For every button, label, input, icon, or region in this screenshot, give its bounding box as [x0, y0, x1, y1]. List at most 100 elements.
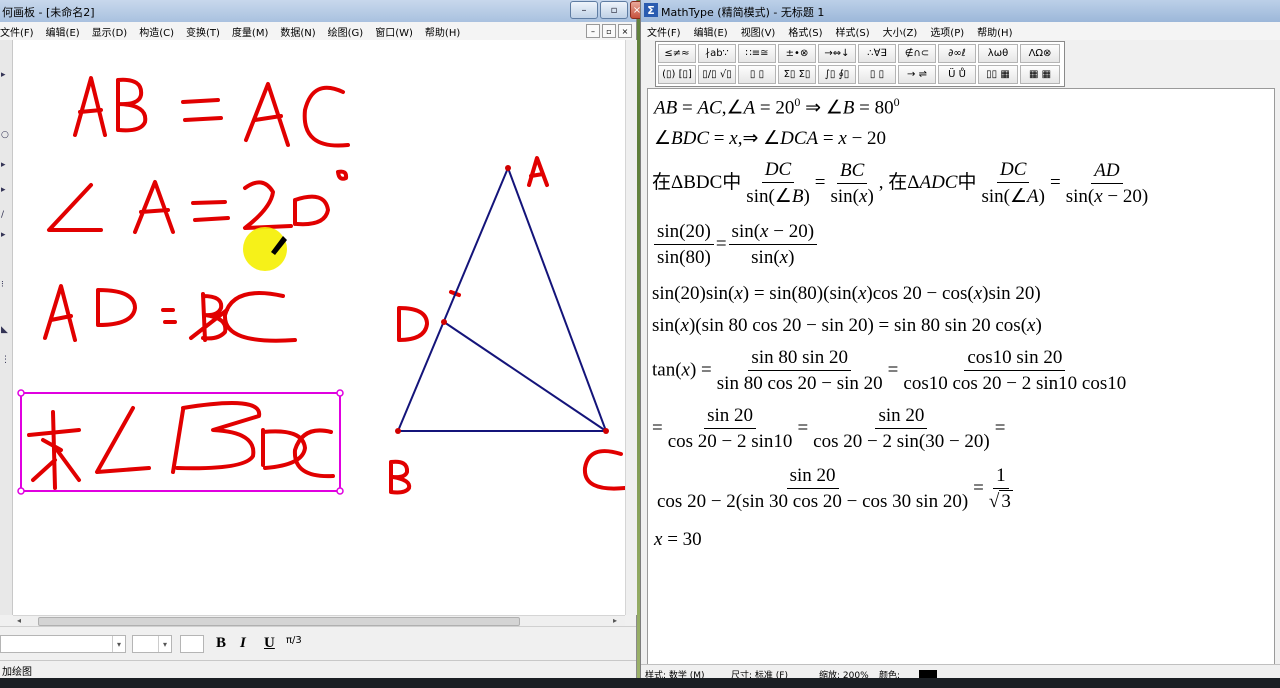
summation-templates-button[interactable]: Σ▯ Σ▯ — [778, 65, 816, 84]
equation-line-6: sin(x)(sin 80 cos 20 − sin 20) = sin 80 … — [652, 315, 1042, 336]
taskbar — [0, 678, 1280, 688]
tool-palette: ▸ ○ ▸ ▸ / ▸ ⁝ ◣ ⋮ — [0, 40, 13, 615]
fence-templates-button[interactable]: (▯) [▯] — [658, 65, 696, 84]
font-family-select[interactable]: ▾ — [0, 635, 126, 653]
point-d — [441, 319, 447, 325]
point-tool-icon[interactable]: ○ — [1, 130, 10, 140]
mt-menu-format[interactable]: 格式(S) — [788, 24, 822, 39]
mt-menu-view[interactable]: 视图(V) — [741, 24, 776, 39]
selection-box — [20, 392, 341, 492]
spacing-symbols-button[interactable]: ∤ab∵ — [698, 44, 736, 63]
scroll-left-icon[interactable]: ◂ — [17, 616, 21, 625]
mathtype-logo-icon: Σ — [644, 3, 658, 17]
handwriting-ad-eq-bc — [43, 284, 297, 343]
info-tool-icon[interactable]: ◣ — [1, 325, 10, 335]
equation-line-8: = sin 20 cos 20 − 2 sin10 = sin 20 cos 20 − 2… — [652, 405, 1006, 452]
sketch-canvas[interactable] — [13, 40, 627, 615]
scroll-right-icon[interactable]: ▸ — [613, 616, 617, 625]
menu-help[interactable]: 帮助(H) — [425, 24, 460, 39]
sketchpad-window: 何画板 - [未命名2] – ▫ × 文件(F) 编辑(E) 显示(D) 构造(… — [0, 0, 644, 679]
minimize-button[interactable]: – — [570, 1, 598, 19]
mt-menu-help[interactable]: 帮助(H) — [977, 24, 1012, 39]
mathtype-titlebar[interactable]: Σ MathType (精简模式) - 无标题 1 — [641, 0, 1280, 22]
line-tool-icon[interactable]: ▸ — [1, 185, 10, 195]
mt-menu-size[interactable]: 大小(Z) — [883, 24, 918, 39]
text-tool-icon[interactable]: ▸ — [1, 230, 10, 240]
handwriting-ab-eq-ac — [73, 76, 350, 148]
selection-handle — [17, 487, 25, 495]
labeled-arrow-button[interactable]: → ⇌ — [898, 65, 936, 84]
color-swatch[interactable] — [919, 670, 937, 678]
box-templates-button[interactable]: ▦ ▦ — [1020, 65, 1060, 84]
menu-edit[interactable]: 编辑(E) — [46, 24, 80, 39]
embellishment-button[interactable]: ∷≡≅ — [738, 44, 776, 63]
equation-line-3: 在ΔBDC中 DC sin(∠B) = BC sin(x), 在ΔADC中 DC sin(∠A… — [652, 159, 1149, 207]
equation-editor-area[interactable]: AB = AC,∠A = 200 ⇒ ∠B = 800 ∠BDC = x,⇒ ∠… — [647, 88, 1275, 668]
underline-button[interactable]: U — [264, 635, 275, 652]
custom-tool-icon[interactable]: ⋮ — [1, 355, 10, 365]
arrow-symbols-button[interactable]: →⇔↓ — [818, 44, 856, 63]
relation-symbols-button[interactable]: ≤≠≈ — [658, 44, 696, 63]
menu-window[interactable]: 窗口(W) — [375, 24, 413, 39]
italic-button[interactable]: I — [240, 635, 246, 652]
set-symbols-button[interactable]: ∉∩⊂ — [898, 44, 936, 63]
menu-transform[interactable]: 变换(T) — [186, 24, 220, 39]
misc-symbols-button[interactable]: ∂∞ℓ — [938, 44, 976, 63]
label-d-handwritten — [397, 290, 461, 342]
vertical-scrollbar[interactable] — [625, 40, 637, 615]
operator-symbols-button[interactable]: ±•⊗ — [778, 44, 816, 63]
label-a-handwritten — [527, 156, 549, 187]
scroll-thumb[interactable] — [38, 617, 520, 626]
menu-construct[interactable]: 构造(C) — [139, 24, 174, 39]
mdi-minimize-button[interactable]: – — [586, 24, 600, 38]
selection-handle — [17, 389, 25, 397]
handwriting-angle-a-eq-20 — [47, 169, 349, 234]
integral-templates-button[interactable]: ∫▯ ∮▯ — [818, 65, 856, 84]
maximize-button[interactable]: ▫ — [600, 1, 628, 19]
mdi-restore-button[interactable]: ▫ — [602, 24, 616, 38]
point-a — [505, 165, 511, 171]
menu-display[interactable]: 显示(D) — [92, 24, 128, 39]
logic-symbols-button[interactable]: ∴∀∃ — [858, 44, 896, 63]
polygon-tool-icon[interactable]: / — [1, 210, 10, 220]
bold-button[interactable]: B — [216, 635, 226, 652]
equation-line-4: sin(20) sin(80) = sin(x − 20) sin(x) — [652, 221, 819, 269]
horizontal-scrollbar[interactable]: ◂ ▸ — [13, 615, 625, 626]
selection-handle — [336, 389, 344, 397]
menu-file[interactable]: 文件(F) — [0, 24, 34, 39]
matrix-templates-button[interactable]: ▯▯ ▦ — [978, 65, 1018, 84]
menu-graph[interactable]: 绘图(G) — [328, 24, 364, 39]
text-color-button[interactable] — [180, 635, 204, 653]
greek-lower-button[interactable]: λωθ — [978, 44, 1018, 63]
sketchpad-titlebar[interactable]: 何画板 - [未命名2] – ▫ × — [0, 0, 644, 22]
greek-upper-button[interactable]: ΛΩ⊗ — [1020, 44, 1060, 63]
arrow-tool-icon[interactable]: ▸ — [1, 70, 10, 80]
mt-menu-file[interactable]: 文件(F) — [647, 24, 681, 39]
marker-tool-icon[interactable]: ⁝ — [1, 280, 10, 290]
compass-tool-icon[interactable]: ▸ — [1, 160, 10, 170]
chevron-down-icon: ▾ — [158, 636, 171, 652]
product-templates-button[interactable]: Ü Ů — [938, 65, 976, 84]
label-c-handwritten — [582, 449, 627, 491]
menu-data[interactable]: 数据(N) — [280, 24, 315, 39]
status-text: 加绘图 — [2, 667, 32, 678]
symbol-palette: ≤≠≈ ∤ab∵ ∷≡≅ ±•⊗ →⇔↓ ∴∀∃ ∉∩⊂ ∂∞ℓ λωθ ΛΩ⊗… — [655, 41, 1065, 87]
subscript-templates-button[interactable]: ▯ ▯ — [738, 65, 776, 84]
label-b-handwritten — [389, 459, 412, 495]
math-format-icon[interactable]: π/3 — [286, 635, 302, 646]
font-size-select[interactable]: ▾ — [132, 635, 172, 653]
mt-menu-style[interactable]: 样式(S) — [836, 24, 870, 39]
menu-measure[interactable]: 度量(M) — [232, 24, 268, 39]
mathtype-window: Σ MathType (精简模式) - 无标题 1 文件(F) 编辑(E) 视图… — [640, 0, 1280, 683]
equation-line-7: tan(x) = sin 80 sin 20 sin 80 cos 20 − sin… — [652, 347, 1127, 394]
mt-menu-edit[interactable]: 编辑(E) — [694, 24, 728, 39]
fraction-radical-button[interactable]: ▯/▯ √▯ — [698, 65, 736, 84]
mt-menu-options[interactable]: 选项(P) — [930, 24, 964, 39]
text-format-toolbar: ▾ ▾ B I U π/3 — [0, 626, 636, 661]
mdi-close-button[interactable]: × — [618, 24, 632, 38]
bar-templates-button[interactable]: ▯ ▯ — [858, 65, 896, 84]
handwriting-find-angle-bdc — [27, 401, 335, 490]
sketchpad-statusbar: 加绘图 — [0, 660, 636, 679]
point-b — [395, 428, 401, 434]
mathtype-window-title: MathType (精简模式) - 无标题 1 — [661, 6, 825, 19]
